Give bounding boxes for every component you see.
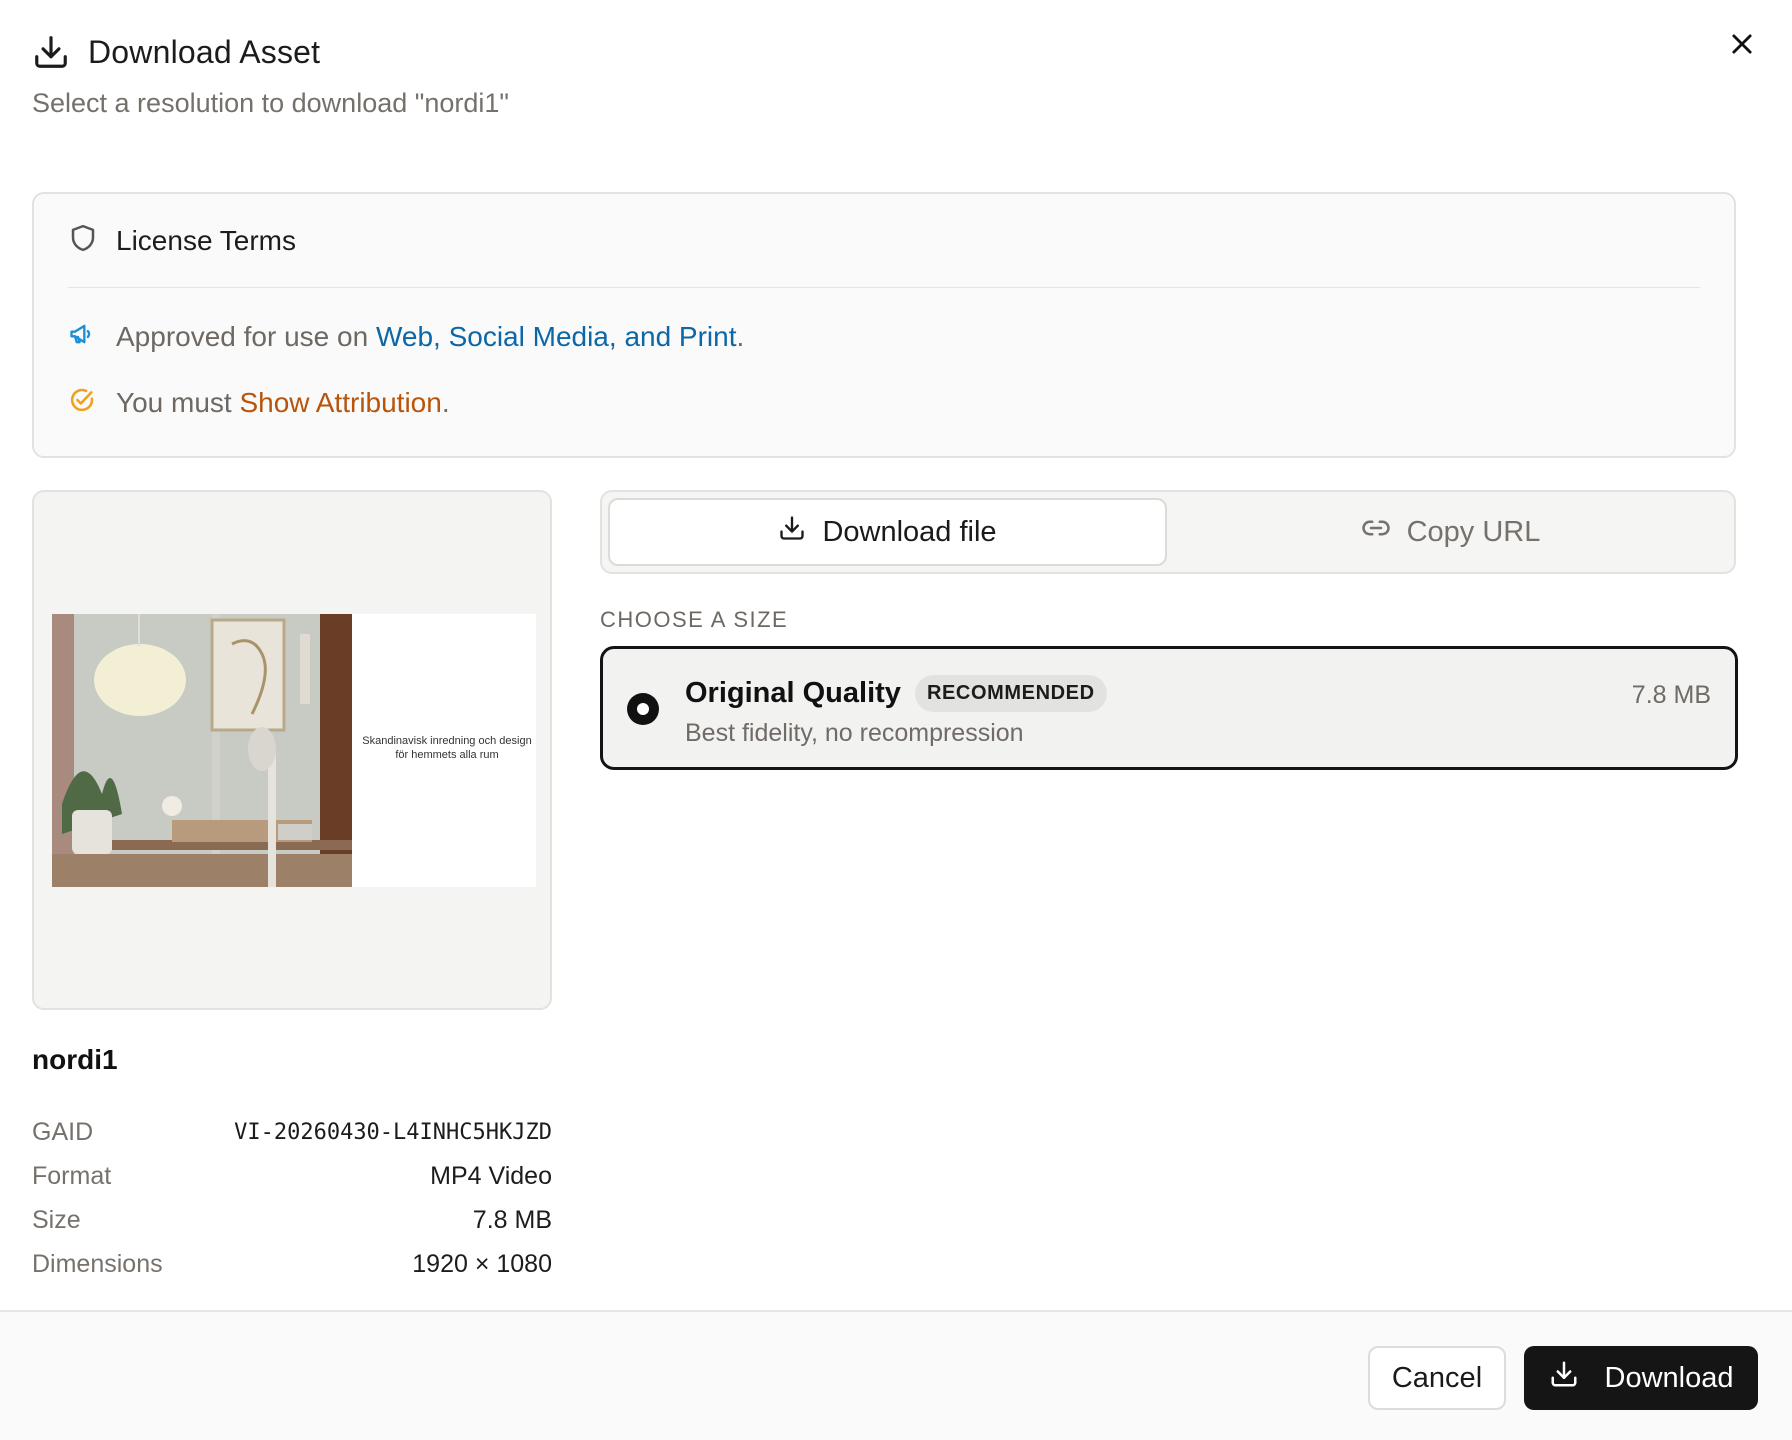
dialog-subtitle: Select a resolution to download "nordi1" xyxy=(32,88,509,118)
download-icon xyxy=(1549,1359,1579,1397)
meta-value: 7.8 MB xyxy=(472,1205,552,1234)
download-button-label: Download xyxy=(1604,1361,1734,1394)
download-icon xyxy=(32,33,70,71)
recommended-badge: RECOMMENDED xyxy=(914,675,1107,712)
tab-download-file[interactable]: Download file xyxy=(608,498,1167,566)
title-row: Download Asset xyxy=(32,30,1760,74)
license-usage-line: Approved for use on Web, Social Media, a… xyxy=(68,304,1700,370)
thumbnail-caption: Skandinavisk inredning och design för he… xyxy=(362,735,532,761)
size-option-title-row: Original Quality RECOMMENDED xyxy=(685,675,1107,712)
meta-value: 1920 × 1080 xyxy=(412,1249,552,1278)
asset-name: nordi1 xyxy=(32,1044,118,1075)
license-attribution-prefix: You must xyxy=(116,387,240,418)
size-option-title: Original Quality xyxy=(685,677,901,709)
meta-value: MP4 Video xyxy=(430,1161,552,1190)
size-option-filesize: 7.8 MB xyxy=(1631,681,1711,709)
dialog-footer: Cancel Download xyxy=(0,1310,1792,1440)
megaphone-icon xyxy=(68,320,96,355)
license-attribution-text: You must Show Attribution. xyxy=(116,387,450,419)
dialog-header: Download Asset Select a resolution to do… xyxy=(32,30,1760,119)
meta-row-format: Format MP4 Video xyxy=(32,1154,552,1198)
asset-thumbnail: Skandinavisk inredning och design för he… xyxy=(52,614,536,887)
cancel-button[interactable]: Cancel xyxy=(1368,1346,1506,1410)
link-icon xyxy=(1361,513,1391,551)
license-header: License Terms xyxy=(68,194,1700,288)
tab-copy-url[interactable]: Copy URL xyxy=(1173,498,1728,566)
meta-key: GAID xyxy=(32,1117,94,1146)
size-option-description: Best fidelity, no recompression xyxy=(685,719,1024,747)
license-terms-panel: License Terms Approved for use on Web, S… xyxy=(32,192,1736,458)
download-button[interactable]: Download xyxy=(1524,1346,1758,1410)
close-icon xyxy=(1728,30,1756,63)
license-usage-prefix: Approved for use on xyxy=(116,321,376,352)
asset-metadata: GAID VI-20260430-L4INHC5HKJZD Format MP4… xyxy=(32,1110,552,1286)
choose-size-label: CHOOSE A SIZE xyxy=(600,607,789,632)
asset-preview-card: Skandinavisk inredning och design för he… xyxy=(32,490,552,1010)
radio-selected[interactable] xyxy=(627,693,659,725)
meta-key: Format xyxy=(32,1161,112,1190)
download-icon xyxy=(778,514,806,550)
license-attribution-line: You must Show Attribution. xyxy=(68,370,1700,436)
delivery-mode-tabs: Download file Copy URL xyxy=(600,490,1736,574)
dialog-title: Download Asset xyxy=(88,33,321,70)
close-button[interactable] xyxy=(1722,26,1762,66)
meta-row-size: Size 7.8 MB xyxy=(32,1198,552,1242)
meta-row-gaid: GAID VI-20260430-L4INHC5HKJZD xyxy=(32,1110,552,1154)
shield-icon xyxy=(68,223,98,258)
size-option-original[interactable]: Original Quality RECOMMENDED Best fideli… xyxy=(600,646,1738,770)
meta-key: Dimensions xyxy=(32,1249,163,1278)
license-title: License Terms xyxy=(116,224,297,256)
meta-value: VI-20260430-L4INHC5HKJZD xyxy=(234,1119,552,1145)
tab-label: Download file xyxy=(822,515,997,548)
license-usage-text: Approved for use on Web, Social Media, a… xyxy=(116,321,744,353)
download-asset-dialog: Download Asset Select a resolution to do… xyxy=(0,0,1792,1440)
license-usage-highlight: Web, Social Media, and Print xyxy=(375,321,737,352)
tab-label: Copy URL xyxy=(1406,515,1541,548)
meta-key: Size xyxy=(32,1205,81,1234)
meta-row-dimensions: Dimensions 1920 × 1080 xyxy=(32,1242,552,1286)
check-circle-icon xyxy=(68,386,96,421)
license-usage-suffix: . xyxy=(736,321,745,352)
thumbnail-photo xyxy=(52,614,352,887)
license-attribution-suffix: . xyxy=(441,387,450,418)
license-attribution-highlight: Show Attribution xyxy=(239,387,442,418)
